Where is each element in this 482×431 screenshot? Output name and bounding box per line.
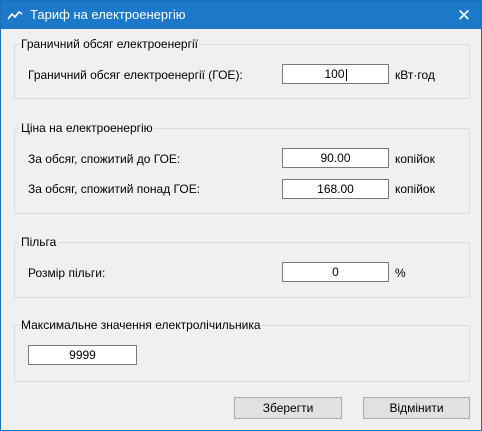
benefit-unit: % — [395, 266, 406, 280]
chart-line-icon — [7, 10, 23, 20]
save-button[interactable]: Зберегти — [234, 397, 342, 419]
text-caret — [345, 68, 347, 81]
benefit-field-label: Розмір пільги: — [28, 266, 106, 280]
price-above-input[interactable]: 168.00 — [282, 179, 389, 199]
meter-max-input[interactable]: 9999 — [28, 345, 137, 365]
tariff-dialog: Тариф на електроенергію ✕ Граничний обся… — [0, 0, 482, 431]
limit-group: Граничний обсяг електроенергії Граничний… — [14, 37, 470, 99]
title-bar[interactable]: Тариф на електроенергію ✕ — [1, 1, 481, 29]
price-group: Ціна на електроенергію За обсяг, спожити… — [14, 121, 470, 214]
benefit-group-title: Пільга — [19, 235, 59, 249]
limit-field-label: Граничний обсяг електроенергії (ГОЕ): — [28, 68, 243, 82]
meter-group-title: Максимальне значення електролічильника — [19, 318, 263, 332]
price-below-input[interactable]: 90.00 — [282, 148, 389, 168]
cancel-button[interactable]: Відмінити — [363, 397, 470, 419]
close-icon[interactable]: ✕ — [453, 5, 475, 25]
price-above-label: За обсяг, спожитий понад ГОЕ: — [28, 182, 201, 196]
benefit-input[interactable]: 0 — [282, 262, 389, 282]
limit-unit: кВт·год — [395, 68, 435, 82]
limit-group-title: Граничний обсяг електроенергії — [19, 37, 200, 51]
price-below-label: За обсяг, спожитий до ГОЕ: — [28, 152, 181, 166]
benefit-group: Пільга Розмір пільги: 0 % — [14, 235, 470, 298]
price-group-title: Ціна на електроенергію — [19, 121, 155, 135]
meter-group: Максимальне значення електролічильника 9… — [14, 318, 470, 382]
limit-input-value: 100 — [324, 67, 345, 81]
window-title: Тариф на електроенергію — [30, 7, 186, 22]
price-below-unit: копійок — [395, 152, 435, 166]
price-above-unit: копійок — [395, 182, 435, 196]
limit-input[interactable]: 100 — [282, 64, 389, 84]
